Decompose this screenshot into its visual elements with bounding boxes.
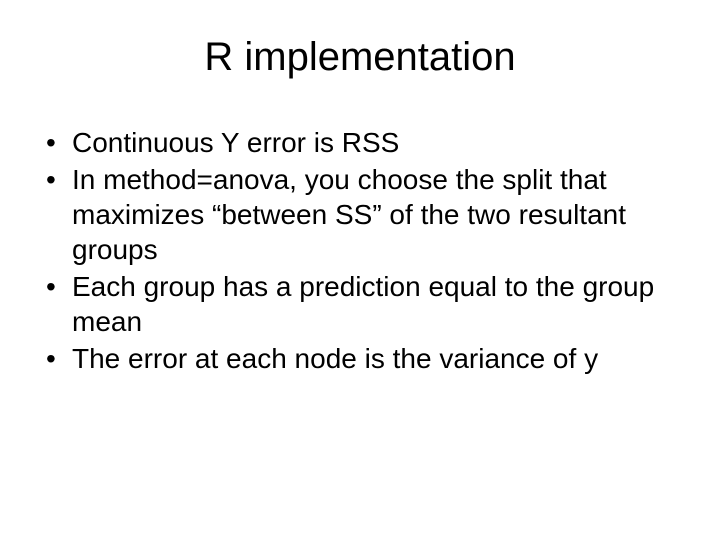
list-item: The error at each node is the variance o… [40,341,680,376]
list-item: In method=anova, you choose the split th… [40,162,680,267]
slide-container: R implementation Continuous Y error is R… [0,0,720,540]
list-item: Each group has a prediction equal to the… [40,269,680,339]
slide-title: R implementation [40,35,680,80]
bullet-list: Continuous Y error is RSS In method=anov… [40,125,680,376]
list-item: Continuous Y error is RSS [40,125,680,160]
